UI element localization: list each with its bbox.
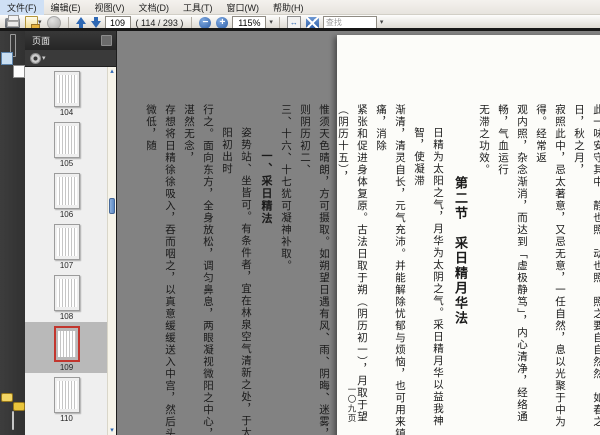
menu-view[interactable]: 视图(V) [88, 0, 132, 15]
printer-icon [5, 14, 20, 28]
thumbnail-item-selected[interactable]: 109 [25, 322, 108, 373]
panel-menu-button[interactable] [101, 35, 112, 46]
menu-file[interactable]: 文件(F) [0, 0, 44, 15]
menu-edit[interactable]: 编辑(E) [44, 0, 88, 15]
text-column: 行之。面向东方，全身放松，调匀鼻息，两眼凝视微阳之中心，湛然无念， [183, 104, 213, 435]
toolbar-separator [191, 16, 193, 29]
zoom-out-icon: − [199, 16, 212, 29]
text-column: 存想将日精徐徐吸入，吞而咽之，以真意缓缓送入中宫，然后头微低，随 [145, 104, 175, 435]
gear-caret-icon[interactable]: ▾ [42, 54, 46, 62]
thumbnail-label: 109 [59, 363, 74, 372]
thumbnail-page-image [53, 71, 80, 107]
thumbnail-page-image [53, 326, 80, 362]
thumbnail-label: 108 [59, 312, 74, 321]
toolbar-separator [67, 16, 69, 29]
pages-panel-title: 页面 [32, 36, 51, 46]
thumbnail-list: 104 105 106 107 108 109 110 ▴ ▾ [25, 67, 116, 435]
pages-panel: 页面 ▾ 104 105 106 107 108 109 110 ▴ ▾ [25, 31, 117, 435]
menu-help[interactable]: 帮助(H) [266, 0, 311, 15]
page-count-label: ( 114 / 293 ) [135, 17, 184, 28]
pdf-page: 此一味安守其中，静也照，动也照，照之要自自然然，如春之日，秋之月， 寂照此中，忌… [145, 35, 600, 435]
main-area: 页面 ▾ 104 105 106 107 108 109 110 ▴ ▾ 此一味… [0, 31, 600, 435]
arrow-up-icon [75, 17, 86, 28]
search-options-caret-icon[interactable]: ▾ [380, 19, 384, 26]
scroll-up-icon[interactable]: ▴ [108, 67, 116, 76]
thumbnail-item[interactable]: 106 [25, 169, 108, 220]
thumbnail-page-image [53, 377, 80, 413]
text-column: 渐清，清灵自长，元气充沛。并能解除忧郁与烦恼，也可用来镇痛，消除 [375, 104, 405, 435]
navigation-tab-strip [0, 31, 25, 435]
thumbnail-page-image [53, 224, 80, 260]
thumbnail-label: 110 [60, 414, 73, 423]
scroll-down-icon[interactable]: ▾ [108, 426, 116, 435]
thumbnail-page-image [53, 173, 80, 209]
text-column: 此一味安守其中，静也照，动也照，照之要自自然然，如春之日，秋之月， [573, 104, 600, 428]
text-column: 无滞之功效。 [478, 104, 489, 176]
menu-tools[interactable]: 工具(T) [176, 0, 220, 15]
text-column: 日精为太阳之气，月华为太阴之气。采日精月华以益我神智，使凝滞 [413, 127, 443, 427]
sub-heading: 一、采日精法 [260, 150, 272, 225]
text-column: 三、十六、十七犹可凝神补取。 [280, 104, 291, 272]
page-text-block: 此一味安守其中，静也照，动也照，照之要自自然然，如春之日，秋之月， 寂照此中，忌… [141, 104, 600, 435]
thumbnail-scrollbar[interactable]: ▴ ▾ [107, 67, 116, 435]
menu-document[interactable]: 文档(D) [132, 0, 177, 15]
toolbar-separator [278, 16, 280, 29]
thumbnail-label: 104 [59, 108, 74, 117]
text-column: 寂照此中，忌太著意，又忌无意，一任自然，息以光聚于中为得。经常返 [535, 104, 565, 428]
thumbnail-item[interactable]: 107 [25, 220, 108, 271]
thumbnail-item[interactable]: 110 [25, 373, 108, 424]
thumbnail-label: 107 [59, 261, 74, 270]
thumbnail-item[interactable]: 108 [25, 271, 108, 322]
menu-window[interactable]: 窗口(W) [220, 0, 267, 15]
pages-panel-header: 页面 [25, 31, 116, 50]
text-column: 惟须天色晴朗，方可摄取。如朔望日遇有风、雨、阴晦、迷雾，则阴历初二、 [299, 104, 329, 435]
document-view-area[interactable]: 此一味安守其中，静也照，动也照，照之要自自然然，如春之日，秋之月， 寂照此中，忌… [117, 31, 600, 435]
text-column: 观内照，杂念渐消，而达到「虚极静笃」，内心清净，经络通畅，气血运行 [497, 104, 527, 423]
thumbnail-page-image [53, 122, 80, 158]
paperclip-icon [11, 411, 14, 430]
menu-bar: 文件(F) 编辑(E) 视图(V) 文档(D) 工具(T) 窗口(W) 帮助(H… [0, 0, 600, 15]
scrollbar-thumb[interactable] [109, 198, 115, 214]
gear-icon[interactable] [31, 53, 40, 63]
thumbnail-page-image [53, 275, 80, 311]
zoom-in-icon: + [216, 16, 229, 29]
thumbnail-item[interactable]: 104 [25, 67, 108, 118]
fit-page-icon [305, 16, 319, 29]
thumbnail-label: 106 [59, 210, 74, 219]
thumbnail-label: 105 [59, 159, 74, 168]
thumbnail-item[interactable]: 105 [25, 118, 108, 169]
arrow-down-icon [90, 17, 101, 28]
attachments-panel-tab[interactable] [11, 411, 14, 430]
text-column: 姿势站、坐皆可。有条件者，宜在林泉空气清新之处，于太阳初出时 [221, 127, 251, 435]
page-folio-number: 一〇九页 [347, 385, 357, 423]
pdf-reader-window: 文件(F) 编辑(E) 视图(V) 文档(D) 工具(T) 窗口(W) 帮助(H… [0, 0, 600, 435]
zoom-combo-caret-icon[interactable]: ▾ [269, 19, 273, 26]
pages-panel-options: ▾ [25, 50, 116, 67]
section-heading: 第二节 采日精月华法 [453, 176, 468, 326]
